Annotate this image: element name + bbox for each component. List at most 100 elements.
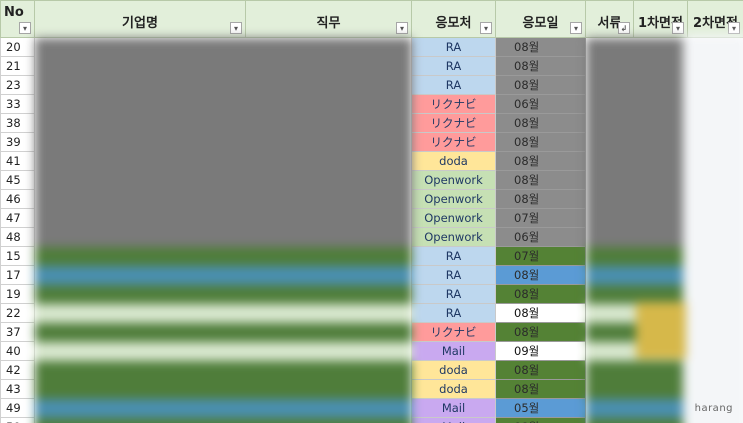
header-docs[interactable]: 서류 ↲ (585, 0, 634, 38)
cell-date[interactable]: 08월 (495, 75, 586, 95)
cell-date[interactable]: 08월 (495, 303, 586, 323)
cell-date[interactable]: 08월 (495, 360, 586, 380)
header-date[interactable]: 응모일 ▾ (495, 0, 586, 38)
cell-no[interactable]: 42 (0, 360, 35, 380)
blurred-band (585, 417, 687, 423)
blurred-band (585, 113, 687, 134)
cell-no[interactable]: 49 (0, 398, 35, 418)
blurred-band (34, 56, 412, 77)
cell-source[interactable]: Openwork (411, 208, 496, 228)
cell-source[interactable]: RA (411, 37, 496, 57)
cell-no[interactable]: 33 (0, 94, 35, 114)
blurred-band (34, 341, 412, 362)
cell-source[interactable]: リクナビ (411, 94, 496, 114)
cell-date[interactable]: 06월 (495, 227, 586, 247)
cell-source[interactable]: RA (411, 75, 496, 95)
cell-no[interactable]: 39 (0, 132, 35, 152)
cell-date[interactable]: 08월 (495, 189, 586, 209)
cell-source[interactable]: Openwork (411, 227, 496, 247)
cell-source[interactable]: RA (411, 284, 496, 304)
blurred-band (34, 113, 412, 134)
cell-no[interactable]: 41 (0, 151, 35, 171)
blurred-band (585, 75, 687, 96)
cell-no[interactable]: 15 (0, 246, 35, 266)
cell-no[interactable]: 47 (0, 208, 35, 228)
blurred-band (585, 132, 687, 153)
filter-dropdown-icon[interactable]: ▾ (396, 22, 408, 34)
cell-date[interactable]: 05월 (495, 398, 586, 418)
header-interview2[interactable]: 2차면전 ▾ (687, 0, 743, 38)
header-company[interactable]: 기업명 ▾ (34, 0, 246, 38)
header-interview1[interactable]: 1차면전 ▾ (633, 0, 688, 38)
cell-no[interactable]: 46 (0, 189, 35, 209)
cell-source[interactable]: doda (411, 151, 496, 171)
cell-date[interactable]: 08월 (495, 265, 586, 285)
cell-source[interactable]: Openwork (411, 170, 496, 190)
cell-date[interactable]: 08월 (495, 132, 586, 152)
cell-date[interactable]: 08월 (495, 379, 586, 399)
sort-filter-icon[interactable]: ↲ (618, 22, 630, 34)
cell-source[interactable]: doda (411, 360, 496, 380)
cell-date[interactable]: 07월 (495, 246, 586, 266)
cell-source[interactable]: Openwork (411, 189, 496, 209)
filter-dropdown-icon[interactable]: ▾ (728, 22, 740, 34)
cell-no[interactable]: 20 (0, 37, 35, 57)
blurred-band (34, 360, 412, 381)
blurred-band (34, 75, 412, 96)
cell-no[interactable]: 37 (0, 322, 35, 342)
blurred-band (585, 151, 687, 172)
blurred-band (34, 132, 412, 153)
cell-date[interactable]: 09월 (495, 341, 586, 361)
cell-no[interactable]: 19 (0, 284, 35, 304)
cell-date[interactable]: 08월 (495, 151, 586, 171)
cell-date[interactable]: 08월 (495, 170, 586, 190)
blurred-band (34, 265, 412, 286)
cell-no[interactable]: 23 (0, 75, 35, 95)
filter-dropdown-icon[interactable]: ▾ (19, 22, 31, 34)
cell-no[interactable]: 17 (0, 265, 35, 285)
blurred-band (585, 94, 687, 115)
blurred-band (635, 301, 686, 359)
cell-date[interactable]: 06월 (495, 94, 586, 114)
cell-date[interactable]: 07월 (495, 208, 586, 228)
blurred-band (34, 227, 412, 248)
blurred-band (585, 360, 687, 381)
blurred-band (585, 37, 687, 58)
cell-date[interactable]: 08월 (495, 37, 586, 57)
cell-date[interactable]: 08월 (495, 284, 586, 304)
cell-source[interactable]: RA (411, 265, 496, 285)
blurred-band (585, 170, 687, 191)
cell-source[interactable]: リクナビ (411, 113, 496, 133)
cell-source[interactable]: doda (411, 379, 496, 399)
cell-date[interactable]: 08월 (495, 113, 586, 133)
cell-no[interactable]: 40 (0, 341, 35, 361)
cell-source[interactable]: RA (411, 303, 496, 323)
cell-source[interactable]: リクナビ (411, 132, 496, 152)
cell-no[interactable]: 21 (0, 56, 35, 76)
cell-source[interactable]: Mail (411, 341, 496, 361)
cell-no[interactable]: 48 (0, 227, 35, 247)
cell-date[interactable]: 08월 (495, 322, 586, 342)
cell-source[interactable]: リクナビ (411, 322, 496, 342)
cell-no[interactable]: 43 (0, 379, 35, 399)
cell-date[interactable]: 08월 (495, 417, 586, 423)
cell-source[interactable]: Mail (411, 417, 496, 423)
cell-no[interactable]: 50 (0, 417, 35, 423)
filter-dropdown-icon[interactable]: ▾ (230, 22, 242, 34)
cell-source[interactable]: Mail (411, 398, 496, 418)
filter-dropdown-icon[interactable]: ▾ (672, 22, 684, 34)
blurred-band (585, 56, 687, 77)
cell-source[interactable]: RA (411, 246, 496, 266)
filter-dropdown-icon[interactable]: ▾ (480, 22, 492, 34)
header-source[interactable]: 응모처 ▾ (411, 0, 496, 38)
header-no[interactable]: No ▾ (0, 0, 35, 38)
cell-no[interactable]: 22 (0, 303, 35, 323)
blurred-band (585, 265, 687, 286)
cell-date[interactable]: 08월 (495, 56, 586, 76)
cell-no[interactable]: 38 (0, 113, 35, 133)
cell-source[interactable]: RA (411, 56, 496, 76)
header-job[interactable]: 직무 ▾ (245, 0, 412, 38)
blurred-band (34, 417, 412, 423)
cell-no[interactable]: 45 (0, 170, 35, 190)
filter-dropdown-icon[interactable]: ▾ (570, 22, 582, 34)
